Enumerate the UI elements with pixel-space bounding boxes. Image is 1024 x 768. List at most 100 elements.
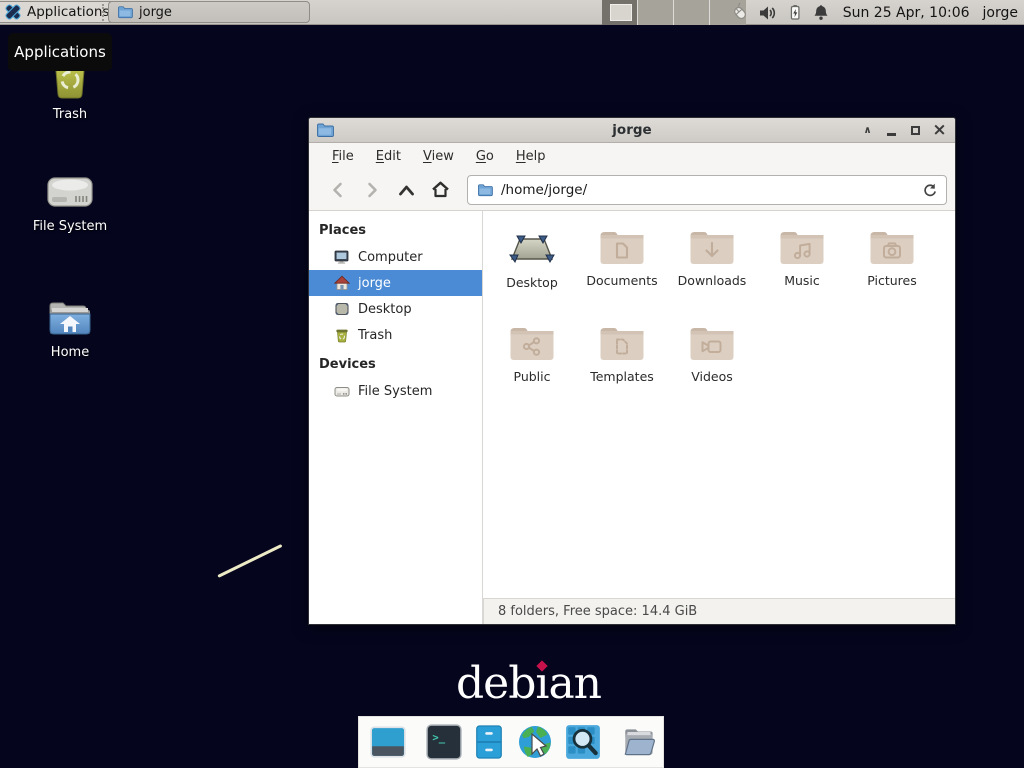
menu-help[interactable]: Help [505, 146, 557, 167]
tooltip-text: Applications [14, 43, 106, 61]
workspace-pager[interactable] [602, 0, 746, 25]
file-item-documents[interactable]: Documents [577, 221, 667, 317]
menu-edit[interactable]: Edit [365, 146, 412, 167]
statusbar-text: 8 folders, Free space: 14.4 GiB [498, 604, 697, 619]
mouse-icon[interactable] [730, 3, 750, 22]
file-item-label: Music [784, 273, 820, 288]
folder-icon [117, 5, 133, 19]
home-icon [431, 181, 450, 198]
folder-templates-icon [598, 323, 646, 363]
file-item-templates[interactable]: Templates [577, 317, 667, 413]
file-item-music[interactable]: Music [757, 221, 847, 317]
menu-go[interactable]: Go [465, 146, 505, 167]
desktop-icon [508, 227, 556, 269]
sidebar-item-jorge[interactable]: jorge [309, 270, 482, 296]
panel-clock[interactable]: Sun 25 Apr, 10:06 [843, 5, 970, 21]
file-cabinet-icon [472, 723, 506, 761]
svg-text:>_: >_ [432, 732, 445, 744]
close-button[interactable]: × [932, 123, 947, 138]
folder-pictures-icon [868, 227, 916, 267]
wallpaper-line-decoration [217, 544, 282, 578]
file-item-label: Downloads [678, 273, 747, 288]
forward-icon [364, 182, 380, 198]
sidebar-item-label: Computer [358, 250, 423, 265]
web-browser-launcher[interactable] [515, 722, 555, 762]
home-folder-icon [46, 298, 94, 340]
home-button[interactable] [423, 175, 457, 205]
workspace-1[interactable] [602, 0, 638, 25]
desktop-icon-label: Trash [53, 107, 87, 122]
terminal-icon: >_ [425, 723, 463, 761]
home-icon [334, 275, 350, 291]
back-icon [330, 182, 346, 198]
desktop-icon-home[interactable]: Home [15, 298, 125, 360]
system-tray: Sun 25 Apr, 10:06 jorge [730, 0, 1018, 25]
menu-view[interactable]: View [412, 146, 465, 167]
file-item-public[interactable]: Public [487, 317, 577, 413]
app-finder-launcher[interactable] [564, 723, 602, 761]
volume-icon[interactable] [759, 4, 778, 22]
file-item-desktop[interactable]: Desktop [487, 221, 577, 317]
minimize-button[interactable] [884, 123, 899, 138]
file-cabinet-launcher[interactable] [472, 723, 506, 761]
path-bar[interactable]: /home/jorge/ [467, 175, 947, 205]
sidebar: Places Computer [309, 211, 483, 624]
sidebar-item-desktop[interactable]: Desktop [309, 296, 482, 322]
workspace-2[interactable] [638, 0, 674, 25]
file-item-label: Pictures [867, 273, 917, 288]
file-item-label: Desktop [506, 275, 558, 290]
maximize-icon [911, 126, 920, 135]
file-item-downloads[interactable]: Downloads [667, 221, 757, 317]
applications-tooltip: Applications [8, 33, 112, 71]
shade-button[interactable]: ∧ [860, 123, 875, 138]
path-folder-icon [477, 183, 493, 197]
forward-button[interactable] [355, 175, 389, 205]
xfce-logo-icon [4, 3, 22, 21]
taskbar-window-label: jorge [139, 5, 172, 20]
panel-username[interactable]: jorge [983, 5, 1018, 21]
pager-window-preview [610, 4, 632, 21]
sidebar-item-file-system[interactable]: File System [309, 378, 482, 404]
logo-text: an [548, 658, 601, 709]
path-input[interactable]: /home/jorge/ [501, 182, 922, 198]
battery-icon[interactable] [787, 3, 803, 22]
file-item-videos[interactable]: Videos [667, 317, 757, 413]
top-panel: Applications jorge [0, 0, 1024, 25]
back-button[interactable] [321, 175, 355, 205]
sidebar-item-trash[interactable]: Trash [309, 322, 482, 348]
file-item-label: Public [514, 369, 551, 384]
menu-file[interactable]: File [321, 146, 365, 167]
desktop-icon-file-system[interactable]: File System [15, 170, 125, 234]
show-desktop-icon [369, 723, 407, 761]
up-icon [398, 183, 415, 197]
folder-public-icon [508, 323, 556, 363]
file-grid: Desktop Documents [487, 221, 937, 413]
reload-icon [922, 182, 937, 198]
folder-documents-icon [598, 227, 646, 267]
toolbar: /home/jorge/ [309, 169, 955, 211]
desktop-icon-label: File System [33, 219, 107, 234]
taskbar-window-button[interactable]: jorge [108, 1, 310, 23]
sidebar-item-computer[interactable]: Computer [309, 244, 482, 270]
logo-text: deb [456, 658, 535, 709]
file-manager-window: jorge ∧ × File Edit View Go Help [308, 117, 956, 625]
desktop-icon-label: Home [51, 345, 89, 360]
terminal-launcher[interactable]: >_ [425, 723, 463, 761]
workspace-3[interactable] [674, 0, 710, 25]
menubar: File Edit View Go Help [309, 143, 955, 169]
desktop-icon [334, 301, 350, 317]
sidebar-item-label: jorge [358, 276, 391, 291]
file-item-pictures[interactable]: Pictures [847, 221, 937, 317]
statusbar: 8 folders, Free space: 14.4 GiB [483, 598, 955, 624]
window-body: Places Computer [309, 211, 955, 624]
bell-icon[interactable] [812, 4, 830, 22]
maximize-button[interactable] [908, 123, 923, 138]
folder-launcher[interactable] [620, 723, 660, 761]
file-view[interactable]: Desktop Documents [484, 211, 955, 598]
panel-handle [102, 4, 104, 21]
sidebar-devices-header: Devices [309, 352, 482, 378]
reload-button[interactable] [922, 182, 937, 198]
titlebar[interactable]: jorge ∧ × [309, 118, 955, 143]
up-button[interactable] [389, 175, 423, 205]
show-desktop-button[interactable] [369, 723, 407, 761]
